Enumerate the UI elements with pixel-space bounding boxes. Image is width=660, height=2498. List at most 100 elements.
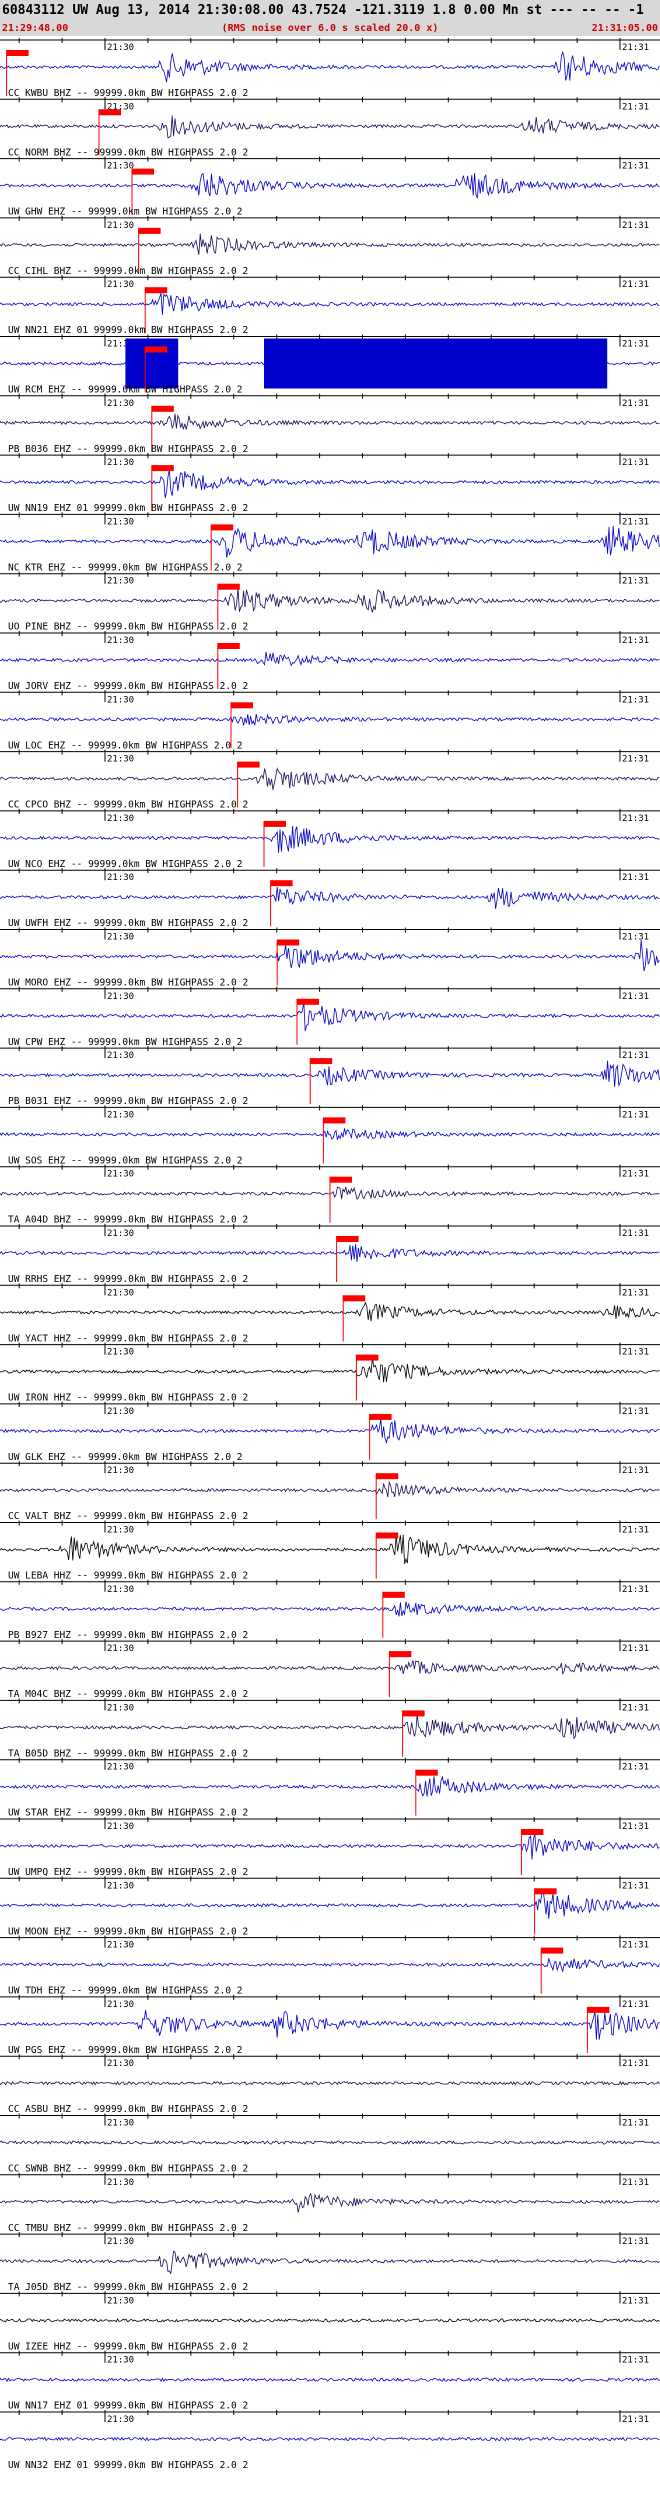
waveform: [0, 172, 660, 199]
tick-label: 21:30: [107, 43, 134, 53]
tick-label: 21:31: [622, 1822, 649, 1832]
tick-label: 21:31: [622, 1288, 649, 1298]
waveform: [0, 1833, 660, 1860]
waveform: [0, 233, 660, 255]
tick-label: 21:31: [622, 933, 649, 943]
waveform: [0, 1958, 660, 1973]
tick-label: 21:31: [622, 43, 649, 53]
end-time-label: 21:31:05.00: [592, 23, 658, 34]
pick-marker: [231, 702, 253, 709]
tick-label: 21:30: [107, 2119, 134, 2129]
tick-label: 21:31: [622, 1941, 649, 1951]
waveform: [0, 651, 660, 667]
station-label: UW NN17 EHZ 01 99999.0km BW HIGHPASS 2.0…: [8, 2401, 248, 2412]
tick-label: 21:31: [622, 399, 649, 409]
waveform: [0, 887, 660, 909]
tick-label: 21:31: [622, 1703, 649, 1713]
waveform: [0, 2010, 660, 2040]
tick-label: 21:31: [622, 2000, 649, 2010]
station-label: NC KTR EHZ -- 99999.0km BW HIGHPASS 2.0 …: [8, 562, 243, 573]
tick-label: 21:30: [107, 2237, 134, 2247]
tick-label: 21:31: [622, 221, 649, 231]
waveform: [0, 939, 660, 972]
tick-label: 21:31: [622, 2059, 649, 2069]
station-label: PB B036 EHZ -- 99999.0km BW HIGHPASS 2.0…: [8, 444, 248, 455]
tick-label: 21:30: [107, 2178, 134, 2188]
tick-label: 21:31: [622, 636, 649, 646]
pick-marker: [323, 1117, 346, 1124]
pick-marker: [376, 1473, 399, 1480]
pick-marker: [415, 1769, 438, 1776]
pick-marker: [145, 287, 168, 294]
chart-title: 60843112 UW Aug 13, 2014 21:30:08.00 43.…: [2, 3, 644, 18]
pick-marker: [356, 1354, 379, 1361]
trace-stack: 21:30 21:31 CC KWBU BHZ -- 99999.0km BW HI…: [0, 38, 660, 2471]
pick-marker: [389, 1651, 412, 1658]
tick-label: 21:31: [622, 2237, 649, 2247]
station-label: UW JORV EHZ -- 99999.0km BW HIGHPASS 2.0…: [8, 681, 248, 692]
station-label: UW RCM EHZ -- 99999.0km BW HIGHPASS 2.0 …: [8, 385, 243, 396]
pick-marker: [402, 1710, 425, 1717]
tick-label: 21:30: [107, 1229, 134, 1239]
waveform: [0, 2140, 660, 2145]
waveform: [0, 292, 660, 315]
station-label: PB B031 EHZ -- 99999.0km BW HIGHPASS 2.0…: [8, 1096, 248, 1107]
tick-label: 21:31: [622, 2356, 649, 2366]
tick-label: 21:31: [622, 1051, 649, 1061]
station-label: UW GHW EHZ -- 99999.0km BW HIGHPASS 2.0 …: [8, 207, 243, 218]
tick-label: 21:31: [622, 1170, 649, 1180]
station-label: UW RRHS EHZ -- 99999.0km BW HIGHPASS 2.0…: [8, 1274, 248, 1285]
tick-label: 21:31: [622, 2119, 649, 2129]
tick-label: 21:31: [622, 873, 649, 883]
tick-label: 21:30: [107, 933, 134, 943]
tick-label: 21:30: [107, 1763, 134, 1773]
tick-label: 21:31: [622, 695, 649, 705]
station-label: UW MOON EHZ -- 99999.0km BW HIGHPASS 2.0…: [8, 1926, 248, 1937]
station-label: UW MORO EHZ -- 99999.0km BW HIGHPASS 2.0…: [8, 978, 248, 989]
waveform: [0, 1060, 660, 1087]
tick-label: 21:31: [622, 1526, 649, 1536]
pick-marker: [336, 1236, 359, 1242]
waveform: [0, 1244, 660, 1262]
station-label: UW CPW EHZ -- 99999.0km BW HIGHPASS 2.0 …: [8, 1037, 243, 1048]
waveform: [0, 1418, 660, 1445]
waveform: [0, 587, 660, 613]
pick-marker: [521, 1829, 544, 1835]
station-label: UW NN19 EHZ 01 99999.0km BW HIGHPASS 2.0…: [8, 503, 248, 514]
tick-label: 21:30: [107, 1881, 134, 1891]
station-label: UW NCO EHZ -- 99999.0km BW HIGHPASS 2.0 …: [8, 859, 243, 870]
waveform: [0, 2318, 660, 2323]
station-label: UW UWFH EHZ -- 99999.0km BW HIGHPASS 2.0…: [8, 918, 248, 929]
station-label: CC CPCO BHZ -- 99999.0km BW HIGHPASS 2.0…: [8, 800, 248, 811]
tick-label: 21:30: [107, 2415, 134, 2425]
waveform: [0, 2080, 660, 2086]
pick-marker: [237, 761, 260, 768]
tick-label: 21:30: [107, 1110, 134, 1120]
pick-marker: [138, 227, 161, 234]
pick-marker: [6, 50, 29, 56]
waveform: [0, 1534, 660, 1565]
pick-marker: [270, 880, 293, 887]
pick-marker: [310, 1058, 333, 1065]
waveform: [0, 767, 660, 790]
station-label: CC NORM BHZ -- 99999.0km BW HIGHPASS 2.0…: [8, 147, 248, 158]
tick-label: 21:31: [622, 517, 649, 527]
tick-label: 21:31: [622, 755, 649, 765]
tick-label: 21:30: [107, 1051, 134, 1061]
station-label: UW YACT HHZ -- 99999.0km BW HIGHPASS 2.0…: [8, 1333, 248, 1344]
waveform: [0, 50, 660, 83]
waveform: [0, 2436, 660, 2442]
station-label: UW IRON HHZ -- 99999.0km BW HIGHPASS 2.0…: [8, 1393, 248, 1404]
tick-label: 21:30: [107, 1407, 134, 1417]
tick-label: 21:30: [107, 162, 134, 172]
tick-label: 21:30: [107, 873, 134, 883]
chart-subtitle: (RMS noise over 6.0 s scaled 20.0 x): [222, 22, 439, 34]
station-label: CC TMBU BHZ -- 99999.0km BW HIGHPASS 2.0…: [8, 2223, 248, 2234]
station-label: PB B927 EHZ -- 99999.0km BW HIGHPASS 2.0…: [8, 1630, 248, 1641]
waveform: [0, 1601, 660, 1617]
tick-label: 21:31: [622, 1110, 649, 1120]
tick-label: 21:30: [107, 695, 134, 705]
waveform: [0, 1775, 660, 1797]
tick-label: 21:31: [622, 2415, 649, 2425]
pick-marker: [541, 1947, 564, 1954]
